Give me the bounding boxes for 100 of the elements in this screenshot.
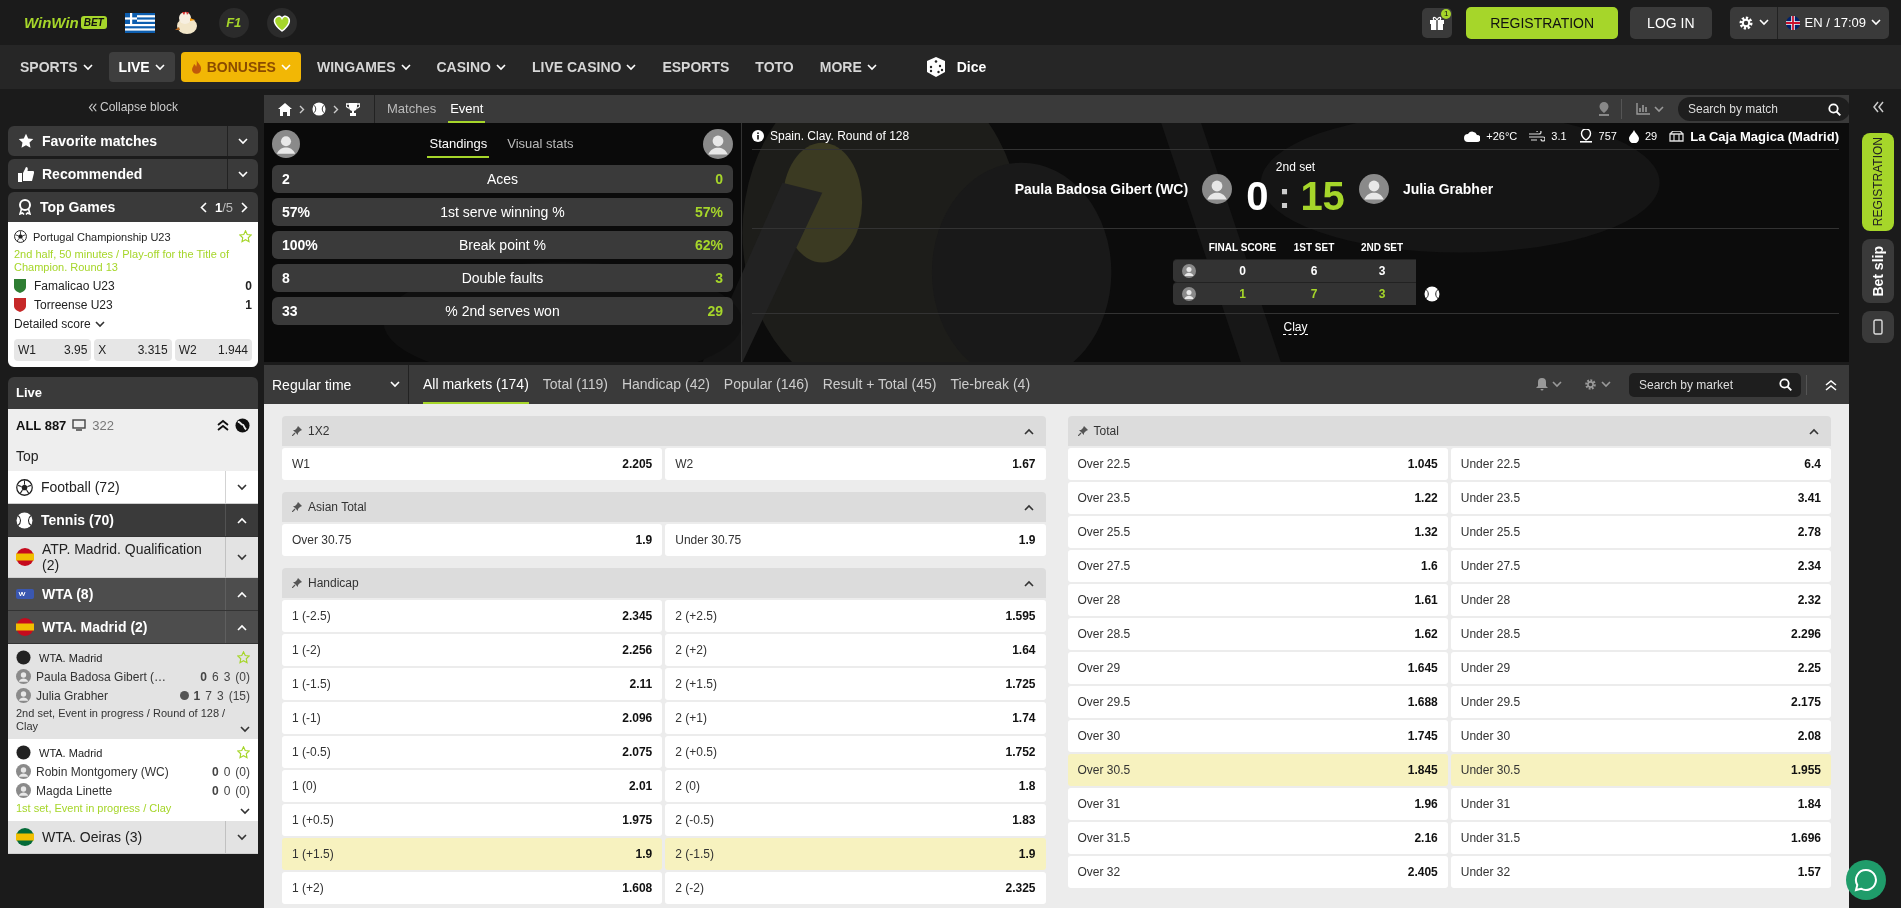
odds-button[interactable]: Over 28.5 1.62 bbox=[1067, 618, 1448, 650]
double-chevron-left-icon[interactable] bbox=[1872, 101, 1884, 113]
odds-button[interactable]: 2 (+1.5) 1.725 bbox=[665, 668, 1046, 700]
flag-icon[interactable] bbox=[124, 12, 155, 33]
odds-button[interactable]: Under 32 1.57 bbox=[1450, 856, 1831, 888]
odds-button[interactable]: Over 30.75 1.9 bbox=[282, 524, 663, 556]
odds-button[interactable]: Over 30.5 1.845 bbox=[1067, 754, 1448, 786]
odds-button[interactable]: Under 28 2.32 bbox=[1450, 584, 1831, 616]
trophy-icon[interactable] bbox=[346, 102, 360, 116]
odds-button[interactable]: Under 31 1.84 bbox=[1450, 788, 1831, 820]
odds-button[interactable]: Over 31.5 2.16 bbox=[1067, 822, 1448, 854]
previous-icon[interactable] bbox=[199, 201, 207, 213]
odds-button[interactable]: 1 (0) 2.01 bbox=[282, 770, 663, 802]
league-row[interactable]: WTA. Madrid (2) bbox=[8, 611, 258, 644]
market-tab[interactable]: Popular (146) bbox=[723, 365, 809, 404]
nav-menu[interactable]: SPORTS bbox=[10, 52, 103, 82]
odds-button[interactable]: 2 (+1) 1.74 bbox=[665, 702, 1046, 734]
search-field[interactable]: Search by market bbox=[1629, 372, 1801, 397]
odds-button[interactable]: Under 30.5 1.955 bbox=[1450, 754, 1831, 786]
sport-row[interactable]: Tennis (70) bbox=[8, 504, 258, 537]
odds-button[interactable]: 1 (+2) 1.608 bbox=[282, 872, 663, 904]
odds-button[interactable]: Under 30 2.08 bbox=[1450, 720, 1831, 752]
odds-button[interactable]: 2 (-0.5) 1.83 bbox=[665, 804, 1046, 836]
star-icon[interactable] bbox=[237, 746, 250, 759]
odds-button[interactable]: 1 (-1) 2.096 bbox=[282, 702, 663, 734]
odds-button[interactable]: Over 23.5 1.22 bbox=[1067, 482, 1448, 514]
odds-button[interactable]: Over 31 1.96 bbox=[1067, 788, 1448, 820]
odds-button[interactable]: 1 (-2.5) 2.345 bbox=[282, 600, 663, 632]
sidebar-panel[interactable]: Recommended bbox=[8, 159, 258, 189]
stats-tab[interactable]: Standings bbox=[427, 130, 490, 158]
odds-button[interactable]: Under 25.5 2.78 bbox=[1450, 516, 1831, 548]
chat-button[interactable] bbox=[1846, 860, 1886, 900]
registration-button[interactable]: REGISTRATION bbox=[1466, 6, 1619, 39]
odds-button[interactable]: 1 (+0.5) 1.975 bbox=[282, 804, 663, 836]
nav-menu[interactable]: CASINO bbox=[426, 52, 516, 82]
league-row[interactable]: ATP. Madrid. Qualification (2) bbox=[8, 537, 258, 578]
odds-button[interactable]: Under 22.5 6.4 bbox=[1450, 448, 1831, 480]
search-field[interactable]: Search by match bbox=[1678, 97, 1849, 121]
nav-menu[interactable]: MORE bbox=[809, 52, 887, 82]
odds-button[interactable]: Under 30.75 1.9 bbox=[665, 524, 1046, 556]
registration-tab[interactable]: REGISTRATION bbox=[1862, 133, 1894, 231]
dice-link[interactable]: Dice bbox=[914, 52, 997, 82]
odds-button[interactable]: 1 (+1.5) 1.9 bbox=[282, 838, 663, 870]
odds-button[interactable]: Under 29 2.25 bbox=[1450, 652, 1831, 684]
odds-button[interactable]: Under 23.5 3.41 bbox=[1450, 482, 1831, 514]
market-tab[interactable]: Handicap (42) bbox=[621, 365, 710, 404]
nav-link[interactable]: ESPORTS bbox=[652, 52, 740, 82]
odds-button[interactable]: Over 22.5 1.045 bbox=[1067, 448, 1448, 480]
league-row[interactable]: WTA (8) bbox=[8, 578, 258, 611]
collapse-block-button[interactable]: Collapse block bbox=[8, 95, 258, 119]
odds-button[interactable]: W1 2.205 bbox=[282, 448, 663, 480]
logo[interactable]: WinWin BET bbox=[24, 14, 107, 31]
event-tab[interactable]: Matches bbox=[385, 95, 439, 123]
odds-button[interactable]: W1 3.95 bbox=[14, 339, 92, 361]
map-pin-icon[interactable] bbox=[1597, 102, 1611, 116]
odds-button[interactable]: Over 25.5 1.32 bbox=[1067, 516, 1448, 548]
odds-button[interactable]: 2 (+0.5) 1.752 bbox=[665, 736, 1046, 768]
odds-button[interactable]: W2 1.67 bbox=[665, 448, 1046, 480]
odds-button[interactable]: 1 (-0.5) 2.075 bbox=[282, 736, 663, 768]
home-icon[interactable] bbox=[278, 102, 292, 116]
odds-button[interactable]: Under 28.5 2.296 bbox=[1450, 618, 1831, 650]
odds-button[interactable]: Over 30 1.745 bbox=[1067, 720, 1448, 752]
globe-icon[interactable] bbox=[235, 417, 250, 433]
nav-menu[interactable]: LIVE bbox=[108, 52, 175, 82]
live-match-card[interactable]: WTA. Madrid Paula Badosa Gibert (… 0 6 3 (0) Julia Grabher 1 7 3 (15) 2nd set, Event in progress / Round of 128 / Clay bbox=[8, 644, 258, 739]
odds-button[interactable]: Under 31.5 1.696 bbox=[1450, 822, 1831, 854]
event-tab[interactable]: Event bbox=[448, 95, 486, 123]
star-icon[interactable] bbox=[237, 651, 250, 664]
odds-button[interactable]: Over 28 1.61 bbox=[1067, 584, 1448, 616]
sport-row[interactable]: Football (72) bbox=[8, 471, 258, 504]
odds-button[interactable]: 1 (-1.5) 2.11 bbox=[282, 668, 663, 700]
market-header[interactable]: 1X2 bbox=[282, 416, 1046, 446]
gift-button[interactable]: 1 bbox=[1422, 7, 1453, 38]
mobile-app-button[interactable] bbox=[1862, 311, 1894, 343]
live-match-card[interactable]: WTA. Madrid Robin Montgomery (WC) 0 0 (0) Magda Linette 0 0 (0) 1st set, Event in progress / Clay bbox=[8, 739, 258, 821]
odds-button[interactable]: 1 (-2) 2.256 bbox=[282, 634, 663, 666]
f1-badge[interactable]: F1 bbox=[218, 7, 249, 38]
odds-button[interactable]: X 3.315 bbox=[94, 339, 172, 361]
market-tab[interactable]: Result + Total (45) bbox=[822, 365, 937, 404]
login-button[interactable]: LOG IN bbox=[1630, 6, 1712, 39]
next-icon[interactable] bbox=[241, 201, 248, 213]
market-header[interactable]: Total bbox=[1067, 416, 1831, 446]
odds-button[interactable]: Over 27.5 1.6 bbox=[1067, 550, 1448, 582]
odds-button[interactable]: Under 27.5 2.34 bbox=[1450, 550, 1831, 582]
odds-button[interactable]: 2 (-1.5) 1.9 bbox=[665, 838, 1046, 870]
odds-button[interactable]: Over 32 2.405 bbox=[1067, 856, 1448, 888]
bonuses-menu[interactable]: BONUSES bbox=[180, 52, 301, 82]
odds-button[interactable]: 2 (+2.5) 1.595 bbox=[665, 600, 1046, 632]
nav-menu[interactable]: LIVE CASINO bbox=[521, 52, 647, 82]
league-row[interactable]: WTA. Oeiras (3) bbox=[8, 821, 258, 854]
star-icon[interactable] bbox=[239, 230, 252, 243]
top-filter[interactable]: Top bbox=[8, 441, 258, 471]
sidebar-panel[interactable]: Favorite matches bbox=[8, 126, 258, 156]
odds-button[interactable]: Over 29 1.645 bbox=[1067, 652, 1448, 684]
nav-link[interactable]: TOTO bbox=[745, 52, 804, 82]
double-chevron-up-icon[interactable] bbox=[217, 419, 229, 431]
odds-button[interactable]: Under 29.5 2.175 bbox=[1450, 686, 1831, 718]
odds-button[interactable]: W2 1.944 bbox=[174, 339, 252, 361]
detailed-score-button[interactable]: Detailed score bbox=[14, 317, 252, 331]
market-header[interactable]: Handicap bbox=[282, 568, 1046, 598]
